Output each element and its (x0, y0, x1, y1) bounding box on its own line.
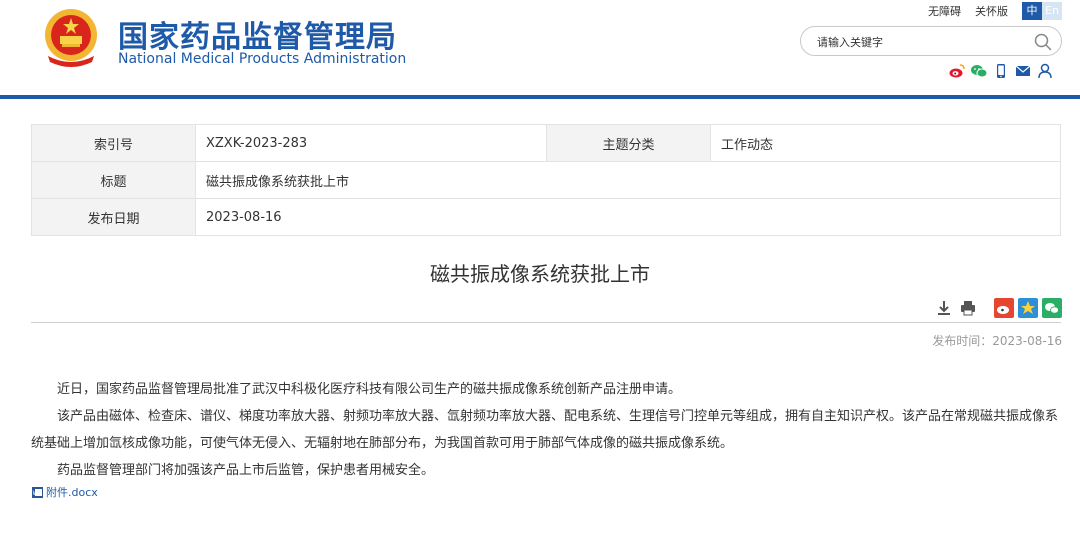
article-divider (31, 322, 1061, 323)
share-wechat-icon[interactable] (1042, 298, 1062, 318)
top-links: 无障碍 关怀版 中 En (928, 2, 1062, 20)
article-tools (930, 298, 1062, 318)
social-links (948, 62, 1054, 80)
national-emblem-logo[interactable] (42, 6, 100, 68)
lang-zh-button[interactable]: 中 (1022, 2, 1042, 20)
title-value: 磁共振成像系统获批上市 (195, 161, 1061, 199)
share-qzone-icon[interactable] (1018, 298, 1038, 318)
date-value: 2023-08-16 (195, 198, 1061, 236)
user-icon[interactable] (1036, 62, 1054, 80)
care-version-link[interactable]: 关怀版 (975, 3, 1008, 19)
lang-en-button[interactable]: En (1042, 2, 1062, 20)
share-weibo-icon[interactable] (994, 298, 1014, 318)
language-switch: 中 En (1022, 2, 1062, 20)
site-title-en: National Medical Products Administration (118, 51, 407, 67)
article-paragraph: 该产品由磁体、检查床、谱仪、梯度功率放大器、射频功率放大器、氙射频功率放大器、配… (31, 409, 1059, 451)
table-row: 索引号 XZXK-2023-283 主题分类 工作动态 (31, 124, 1061, 162)
article-title: 磁共振成像系统获批上市 (430, 262, 650, 286)
attachment-name: 附件.docx (46, 486, 98, 499)
article-paragraph: 药品监督管理部门将加强该产品上市后监管，保护患者用械安全。 (57, 463, 435, 478)
site-title-cn: 国家药品监督管理局 (118, 20, 397, 55)
index-label: 索引号 (31, 124, 196, 162)
search-box (800, 26, 1062, 56)
category-value: 工作动态 (710, 124, 1061, 162)
search-input[interactable] (817, 33, 1027, 51)
weibo-icon[interactable] (948, 62, 966, 80)
search-icon[interactable] (1033, 32, 1053, 52)
table-row: 发布日期 2023-08-16 (31, 198, 1061, 236)
article-body: 近日，国家药品监督管理局批准了武汉中科极化医疗科技有限公司生产的磁共振成像系统创… (31, 376, 1061, 484)
wechat-icon[interactable] (970, 62, 988, 80)
publish-time: 发布时间：2023-08-16 (932, 334, 1062, 348)
mail-icon[interactable] (1014, 62, 1032, 80)
attachment-link[interactable]: W 附件.docx (31, 484, 98, 500)
title-label: 标题 (31, 161, 196, 199)
document-info-table: 索引号 XZXK-2023-283 主题分类 工作动态 标题 磁共振成像系统获批… (31, 124, 1061, 236)
accessibility-link[interactable]: 无障碍 (928, 3, 961, 19)
date-label: 发布日期 (31, 198, 196, 236)
header-divider-bar (0, 95, 1080, 99)
download-icon[interactable] (934, 298, 954, 318)
article-paragraph: 近日，国家药品监督管理局批准了武汉中科极化医疗科技有限公司生产的磁共振成像系统创… (57, 382, 682, 397)
site-header: 国家药品监督管理局 National Medical Products Admi… (0, 0, 1080, 96)
table-row: 标题 磁共振成像系统获批上市 (31, 161, 1061, 199)
category-label: 主题分类 (546, 124, 711, 162)
word-doc-icon: W (32, 486, 43, 498)
index-value: XZXK-2023-283 (195, 124, 547, 162)
mobile-icon[interactable] (992, 62, 1010, 80)
print-icon[interactable] (958, 298, 978, 318)
svg-text:W: W (33, 490, 39, 497)
